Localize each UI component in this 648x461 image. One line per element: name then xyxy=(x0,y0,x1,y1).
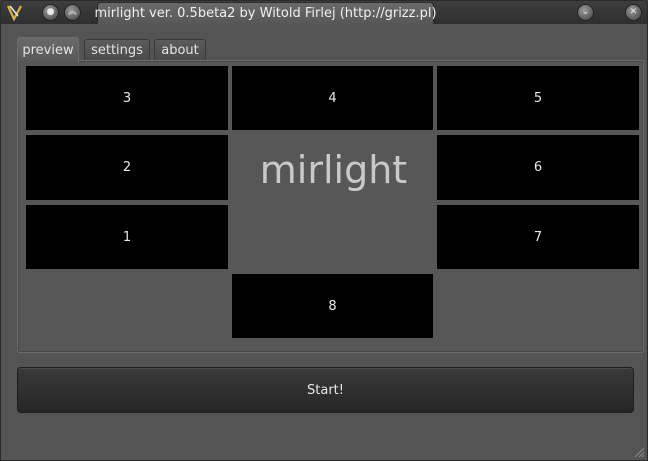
zone-3[interactable]: 3 xyxy=(26,66,228,130)
zone-label: 6 xyxy=(533,160,543,175)
zone-6[interactable]: 6 xyxy=(437,135,639,200)
zone-label: 3 xyxy=(122,90,132,106)
start-button[interactable]: Start! xyxy=(17,367,634,413)
tab-settings[interactable]: settings xyxy=(84,39,150,61)
zone-4[interactable]: 4 xyxy=(232,66,433,130)
app-window: ● ︽ mirlight ver. 0.5beta2 by Witold Fir… xyxy=(0,0,648,461)
zone-label: 4 xyxy=(328,90,337,106)
zone-label: 5 xyxy=(533,90,543,106)
window-title: mirlight ver. 0.5beta2 by Witold Firlej … xyxy=(94,2,437,24)
chevron-down-icon: ⌄ xyxy=(581,7,590,17)
zone-7[interactable]: 7 xyxy=(437,205,639,269)
zone-8[interactable]: 8 xyxy=(232,274,433,338)
logo-text: mirlight xyxy=(259,148,408,192)
zone-label: 7 xyxy=(533,229,543,245)
title-bar[interactable]: ● ︽ mirlight ver. 0.5beta2 by Witold Fir… xyxy=(1,1,647,24)
minimize-button[interactable]: ⌄ xyxy=(578,5,593,20)
tab-preview[interactable]: preview xyxy=(17,37,79,62)
zone-label: 2 xyxy=(122,160,132,175)
keep-above-button[interactable]: ︽ xyxy=(65,5,80,20)
tab-label: about xyxy=(161,43,199,58)
app-logo-icon[interactable] xyxy=(6,4,23,21)
zone-5[interactable]: 5 xyxy=(437,66,639,130)
zone-1[interactable]: 1 xyxy=(26,205,228,269)
tab-label: preview xyxy=(22,42,74,58)
window-menu-button[interactable]: ● xyxy=(43,5,58,20)
zone-2[interactable]: 2 xyxy=(26,135,228,200)
tab-label: settings xyxy=(91,43,143,58)
resize-grip-icon[interactable] xyxy=(631,444,645,458)
tab-about[interactable]: about xyxy=(154,39,206,61)
circle-icon: ● xyxy=(46,7,55,17)
close-button[interactable]: ✕ xyxy=(626,5,641,20)
zone-label: 1 xyxy=(122,229,132,245)
zone-label: 8 xyxy=(328,298,337,314)
start-button-label: Start! xyxy=(307,382,344,398)
close-icon: ✕ xyxy=(629,7,638,17)
chevrons-up-icon: ︽ xyxy=(67,7,77,17)
